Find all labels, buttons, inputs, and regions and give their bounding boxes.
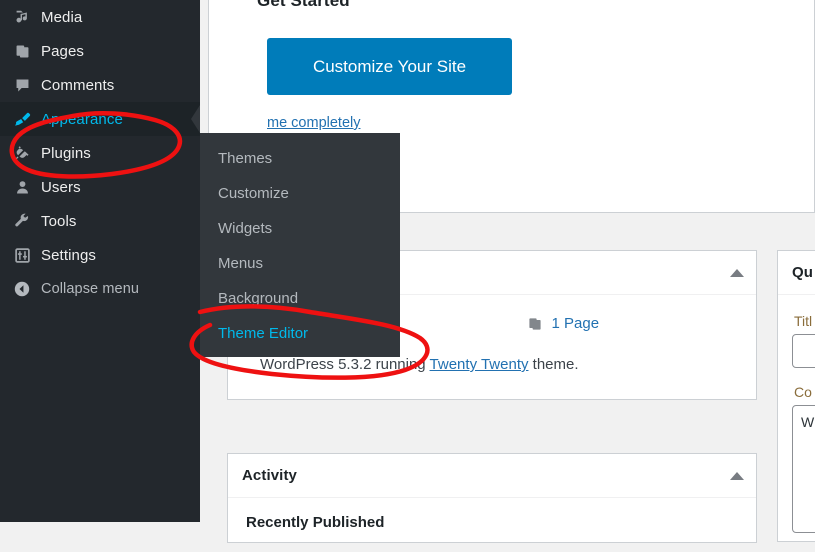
plug-icon [12, 143, 32, 163]
sidebar-item-users[interactable]: Users [0, 170, 200, 204]
sidebar-item-collapse-menu[interactable]: Collapse menu [0, 272, 200, 306]
submenu-pointer-icon [191, 105, 200, 133]
activity-header: Activity [228, 454, 756, 498]
activity-panel: Activity Recently Published [227, 453, 757, 543]
theme-link[interactable]: Twenty Twenty [430, 356, 529, 373]
quick-draft-title: Qu [792, 264, 813, 281]
quick-draft-header: Qu [778, 251, 815, 295]
quick-draft-title-input[interactable] [792, 334, 815, 368]
wrench-icon [12, 211, 32, 231]
sidebar-item-plugins[interactable]: Plugins [0, 136, 200, 170]
submenu-item-widgets[interactable]: Widgets [200, 211, 400, 246]
paintbrush-icon [12, 109, 32, 129]
chevron-up-icon[interactable] [730, 269, 744, 277]
submenu-item-theme-editor[interactable]: Theme Editor [200, 316, 400, 351]
submenu-item-customize[interactable]: Customize [200, 176, 400, 211]
quick-draft-title-label: Titl [794, 313, 815, 329]
sliders-icon [12, 245, 32, 265]
change-theme-link[interactable]: me completely [267, 115, 360, 131]
customize-your-site-button[interactable]: Customize Your Site [267, 38, 512, 95]
quick-draft-content-textarea[interactable]: W [792, 405, 815, 533]
sidebar-item-media[interactable]: Media [0, 0, 200, 34]
submenu-item-label: Themes [218, 150, 272, 167]
collapse-icon [12, 279, 32, 299]
admin-sidebar: Media Pages Comments Appearance [0, 0, 200, 522]
version-suffix: theme. [528, 356, 578, 373]
page-icon [527, 316, 543, 332]
sidebar-item-label: Appearance [41, 111, 123, 128]
glance-item-label: 1 Page [552, 315, 600, 332]
submenu-item-menus[interactable]: Menus [200, 246, 400, 281]
sidebar-item-label: Users [41, 179, 81, 196]
quick-draft-content-label: Co [794, 384, 815, 400]
sidebar-item-label: Collapse menu [41, 281, 139, 297]
submenu-item-label: Customize [218, 185, 289, 202]
media-icon [12, 7, 32, 27]
user-icon [12, 177, 32, 197]
quick-draft-body: Titl Co W [778, 295, 815, 552]
sidebar-item-settings[interactable]: Settings [0, 238, 200, 272]
submenu-item-background[interactable]: Background [200, 281, 400, 316]
get-started-title: Get Started [257, 0, 350, 11]
appearance-submenu: Themes Customize Widgets Menus Backgroun… [200, 133, 400, 357]
submenu-item-label: Background [218, 290, 298, 307]
quick-draft-panel: Qu Titl Co W [777, 250, 815, 542]
pages-icon [12, 41, 32, 61]
sidebar-item-tools[interactable]: Tools [0, 204, 200, 238]
sidebar-item-appearance[interactable]: Appearance [0, 102, 200, 136]
activity-title: Activity [242, 467, 297, 484]
sidebar-item-label: Media [41, 9, 82, 26]
sidebar-item-pages[interactable]: Pages [0, 34, 200, 68]
submenu-item-themes[interactable]: Themes [200, 141, 400, 176]
sidebar-item-comments[interactable]: Comments [0, 68, 200, 102]
submenu-item-label: Widgets [218, 220, 272, 237]
sidebar-item-label: Pages [41, 43, 84, 60]
sidebar-item-label: Comments [41, 77, 114, 94]
recently-published-heading: Recently Published [228, 498, 756, 531]
sidebar-item-label: Settings [41, 247, 96, 264]
sidebar-item-label: Tools [41, 213, 77, 230]
submenu-item-label: Theme Editor [218, 325, 308, 342]
submenu-item-label: Menus [218, 255, 263, 272]
sidebar-item-label: Plugins [41, 145, 91, 162]
comments-icon [12, 75, 32, 95]
chevron-up-icon[interactable] [730, 472, 744, 480]
version-prefix: WordPress 5.3.2 running [260, 356, 430, 373]
glance-item-pages[interactable]: 1 Page [527, 315, 600, 332]
